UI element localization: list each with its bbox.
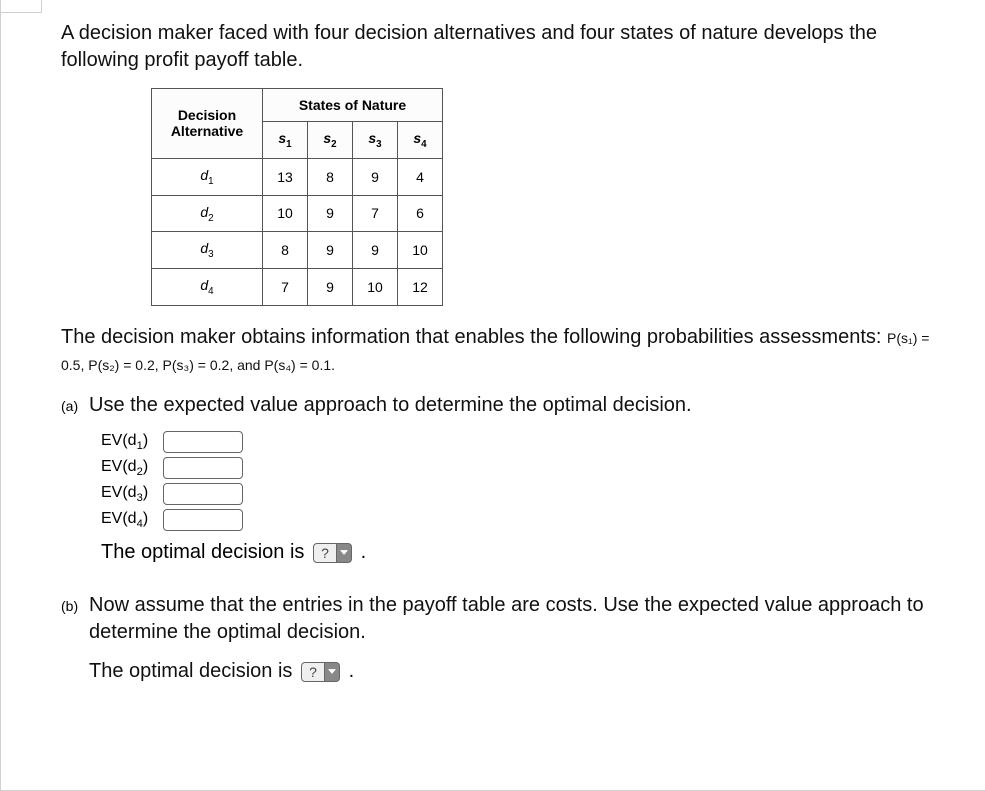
optimal-a-select[interactable]: ?	[313, 543, 352, 563]
part-a: (a) Use the expected value approach to d…	[61, 392, 955, 419]
part-a-label: (a)	[61, 392, 89, 414]
cell: 13	[263, 158, 308, 195]
cell: 12	[398, 269, 443, 306]
table-row: d4 7 9 10 12	[152, 269, 443, 306]
cell: 10	[353, 269, 398, 306]
cell: 8	[308, 158, 353, 195]
ev-input-d2[interactable]	[163, 457, 243, 479]
select-value: ?	[313, 543, 337, 563]
ev-row-4: EV(d4)	[101, 509, 955, 531]
cell: 7	[353, 195, 398, 232]
cell: 8	[263, 232, 308, 269]
ev-input-d1[interactable]	[163, 431, 243, 453]
row-d1: d1	[152, 158, 263, 195]
cell: 10	[263, 195, 308, 232]
ev-row-2: EV(d2)	[101, 457, 955, 479]
intro-text: A decision maker faced with four decisio…	[61, 20, 955, 74]
payoff-table-wrap: Decision Alternative States of Nature s1…	[151, 88, 955, 306]
decision-header: Decision Alternative	[152, 89, 263, 159]
cell: 6	[398, 195, 443, 232]
states-header: States of Nature	[263, 89, 443, 122]
question-panel: A decision maker faced with four decisio…	[0, 0, 985, 791]
select-value: ?	[301, 662, 325, 682]
table-row: d2 10 9 7 6	[152, 195, 443, 232]
chevron-down-icon	[337, 543, 352, 563]
optimal-a-line: The optimal decision is ? .	[61, 541, 955, 564]
row-d4: d4	[152, 269, 263, 306]
ev-input-d3[interactable]	[163, 483, 243, 505]
part-a-prompt: Use the expected value approach to deter…	[89, 392, 955, 419]
prob-text: The decision maker obtains information t…	[61, 324, 955, 378]
cell: 9	[308, 195, 353, 232]
col-s2: s2	[308, 122, 353, 159]
col-s1: s1	[263, 122, 308, 159]
cell: 7	[263, 269, 308, 306]
ev-input-d4[interactable]	[163, 509, 243, 531]
ev-label-4: EV(d4)	[101, 510, 163, 530]
optimal-b-line: The optimal decision is ? .	[89, 658, 955, 685]
table-row: d3 8 9 9 10	[152, 232, 443, 269]
cell: 9	[308, 232, 353, 269]
ev-label-1: EV(d1)	[101, 432, 163, 452]
cell: 10	[398, 232, 443, 269]
col-s4: s4	[398, 122, 443, 159]
ev-row-1: EV(d1)	[101, 431, 955, 453]
ev-label-3: EV(d3)	[101, 484, 163, 504]
ev-row-3: EV(d3)	[101, 483, 955, 505]
ev-label-2: EV(d2)	[101, 458, 163, 478]
payoff-table: Decision Alternative States of Nature s1…	[151, 88, 443, 306]
ev-inputs: EV(d1) EV(d2) EV(d3) EV(d4)	[61, 431, 955, 531]
cell: 9	[308, 269, 353, 306]
chevron-down-icon	[325, 662, 340, 682]
part-b: (b) Now assume that the entries in the p…	[61, 592, 955, 685]
table-row: d1 13 8 9 4	[152, 158, 443, 195]
cell: 9	[353, 232, 398, 269]
row-d2: d2	[152, 195, 263, 232]
part-b-prompt: Now assume that the entries in the payof…	[89, 592, 955, 646]
row-d3: d3	[152, 232, 263, 269]
optimal-b-select[interactable]: ?	[301, 662, 340, 682]
cell: 4	[398, 158, 443, 195]
cell: 9	[353, 158, 398, 195]
col-s3: s3	[353, 122, 398, 159]
part-b-label: (b)	[61, 592, 89, 614]
tab-stub	[1, 0, 42, 13]
